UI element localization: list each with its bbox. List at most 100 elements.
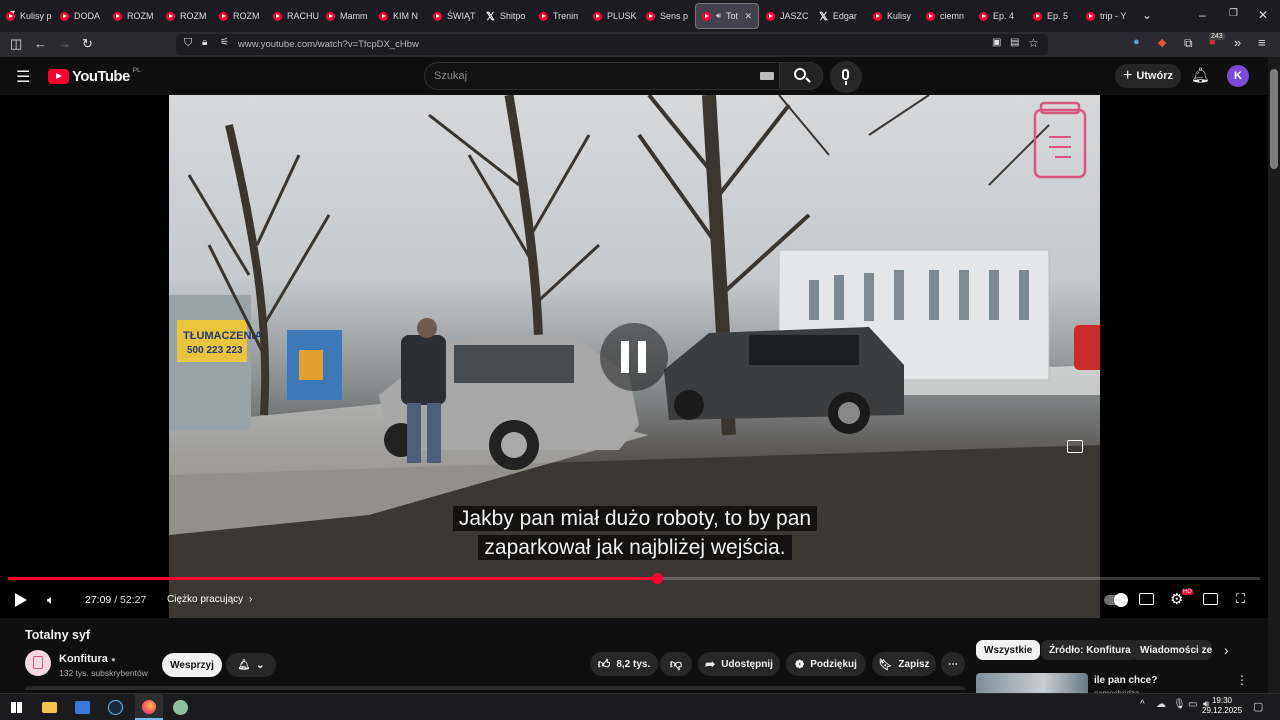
chips-next-icon[interactable]: › <box>1224 642 1229 658</box>
subscribed-dropdown[interactable]: 🔔︎ ⌄ <box>226 653 276 677</box>
browser-tab[interactable]: Ep. 4 <box>973 3 1025 29</box>
forward-icon[interactable]: → <box>58 36 71 51</box>
thanks-button[interactable]: ❁ Podziękuj <box>786 652 866 676</box>
browser-tab[interactable]: ROZM <box>213 3 265 29</box>
maximize-icon[interactable]: ❐ <box>1229 8 1238 19</box>
search-input[interactable]: Szukaj <box>424 62 780 90</box>
browser-tab[interactable]: ROZM <box>107 3 159 29</box>
network-icon[interactable]: ▭ <box>1188 699 1197 710</box>
overflow-chevron-icon[interactable]: » <box>1234 35 1241 50</box>
reader-view-icon[interactable]: ▤ <box>1010 37 1019 48</box>
browser-tab[interactable]: Ep. 5 <box>1027 3 1079 29</box>
browser-tab[interactable]: PLUSK <box>587 3 639 29</box>
dislike-button[interactable]: 👎︎ <box>660 652 692 676</box>
youtube-logo[interactable]: YouTube PL <box>48 67 141 85</box>
browser-tab[interactable]: DODA <box>54 3 106 29</box>
close-window-icon[interactable]: ✕ <box>1258 8 1268 22</box>
tray-overflow-icon[interactable]: ^ <box>1140 699 1145 710</box>
chapter-button[interactable]: Ciężko pracujący › <box>167 594 252 605</box>
audio-playing-icon[interactable]: 🔊︎ <box>716 11 721 21</box>
browser-tab[interactable]: Kulisy <box>867 3 919 29</box>
volume-icon[interactable]: 🔈︎ <box>47 592 55 608</box>
browser-tab[interactable]: ROZM <box>160 3 212 29</box>
browser-tab[interactable]: Trenin <box>533 3 585 29</box>
autoplay-toggle[interactable] <box>1104 593 1128 607</box>
browser-tab[interactable]: Kulisy p <box>0 3 52 29</box>
bookmark-star-icon[interactable]: ☆ <box>1028 36 1039 50</box>
keyboard-icon[interactable] <box>760 72 774 80</box>
save-button[interactable]: 🔖︎ Zapisz <box>872 652 936 676</box>
search-button[interactable] <box>779 62 823 90</box>
microphone-tray-icon[interactable]: 🎙︎ <box>1173 699 1186 710</box>
like-button[interactable]: 👍︎ 8,2 tys. <box>590 652 658 676</box>
youtube-favicon-icon <box>6 11 15 21</box>
more-horizontal-icon: ⋯ <box>948 658 958 670</box>
reload-icon[interactable]: ↻ <box>82 36 93 52</box>
chip-all[interactable]: Wszystkie <box>976 640 1041 660</box>
browser-tab[interactable]: KIM N <box>373 3 425 29</box>
tab-list-icon[interactable]: ⌄ <box>1142 8 1152 22</box>
browser-tab[interactable]: JASZC <box>760 3 812 29</box>
video-player[interactable]: TŁUMACZENIA 500 223 223 Jakby pan miał d… <box>0 95 1268 618</box>
scrollbar-thumb[interactable] <box>1270 69 1278 169</box>
miniplayer-icon[interactable] <box>1067 440 1083 453</box>
browser-tab[interactable]: 𝕏 Edgar <box>813 3 865 29</box>
browser-tab[interactable]: ŚWIĄT <box>427 3 479 29</box>
sidebar-toggle-icon[interactable]: ◫ <box>10 36 22 52</box>
windows-start-icon[interactable] <box>11 702 22 713</box>
app-icon[interactable] <box>173 700 188 715</box>
file-explorer-icon[interactable] <box>42 702 57 713</box>
control-panel-icon[interactable] <box>75 701 90 714</box>
browser-tab[interactable]: 🔊︎ Tot ✕ <box>695 3 759 29</box>
voice-search-button[interactable] <box>830 61 862 93</box>
progress-bar[interactable] <box>8 573 1260 584</box>
next-video-thumbnail[interactable] <box>976 673 1088 693</box>
taskbar-clock[interactable]: 19:30 29.12.2025 <box>1202 696 1242 716</box>
next-video-menu-icon[interactable]: ⋮ <box>1236 673 1248 687</box>
browser-tab[interactable]: ciemn <box>920 3 972 29</box>
minimize-icon[interactable]: – <box>1199 8 1206 22</box>
browser-tab[interactable]: Sens p <box>640 3 692 29</box>
share-button[interactable]: ➦ Udostępnij <box>698 652 780 676</box>
browser-tab[interactable]: Mamm <box>320 3 372 29</box>
join-button[interactable]: Wesprzyj <box>162 653 222 677</box>
back-icon[interactable]: ← <box>34 36 47 51</box>
page-scrollbar[interactable] <box>1268 57 1280 693</box>
subtitles-icon[interactable] <box>1139 593 1154 605</box>
close-tab-icon[interactable]: ✕ <box>744 11 752 22</box>
create-button[interactable]: + Utwórz <box>1115 64 1181 88</box>
channel-avatar[interactable] <box>25 650 51 676</box>
lock-icon[interactable]: 🔒︎ <box>202 37 207 48</box>
url-bar[interactable]: ⛉ 🔒︎ ⚟ www.youtube.com/watch?v=TfcpDX_cH… <box>176 34 1048 55</box>
play-button[interactable] <box>15 593 27 607</box>
extension-shield-icon[interactable]: ● <box>1133 36 1140 48</box>
fullscreen-icon[interactable]: ⛶ <box>1236 591 1245 607</box>
steam-icon[interactable] <box>108 700 123 715</box>
notifications-icon[interactable]: ▢ <box>1253 700 1263 713</box>
progress-scrubber-handle[interactable] <box>651 573 663 584</box>
channel-name[interactable]: Konfitura ● <box>59 653 116 665</box>
next-video-title[interactable]: ile pan chce? <box>1094 675 1157 686</box>
more-actions-button[interactable]: ⋯ <box>941 652 965 676</box>
pause-overlay-button[interactable] <box>600 323 668 391</box>
youtube-favicon-icon <box>433 11 442 21</box>
theater-mode-icon[interactable] <box>1203 593 1218 605</box>
description-box[interactable] <box>25 686 965 690</box>
browser-tab[interactable]: 𝕏 Shitpo <box>480 3 532 29</box>
chapter-title: Ciężko pracujący <box>167 594 244 605</box>
browser-tab[interactable]: RACHU <box>267 3 319 29</box>
browser-tab[interactable]: trip - Y <box>1080 3 1132 29</box>
url-text[interactable]: www.youtube.com/watch?v=TfcpDX_cHbw <box>238 39 419 50</box>
extensions-icon[interactable]: ⧉ <box>1184 36 1193 51</box>
menu-icon[interactable]: ≡ <box>1258 35 1266 50</box>
hamburger-menu-icon[interactable]: ☰ <box>16 67 30 87</box>
avatar[interactable]: K <box>1227 65 1249 87</box>
network-status-icon[interactable]: ☁ <box>1156 699 1166 710</box>
shield-icon[interactable]: ⛉ <box>184 37 192 50</box>
picture-in-picture-icon[interactable]: ▣ <box>992 37 1001 48</box>
chip-news[interactable]: Wiadomości ze s <box>1132 640 1212 660</box>
permissions-icon[interactable]: ⚟ <box>220 37 229 48</box>
notifications-bell-icon[interactable]: 🔔︎ <box>1191 66 1210 84</box>
extension-fox-icon[interactable]: ◆ <box>1158 36 1166 49</box>
chip-source[interactable]: Źródło: Konfitura <box>1041 640 1139 660</box>
